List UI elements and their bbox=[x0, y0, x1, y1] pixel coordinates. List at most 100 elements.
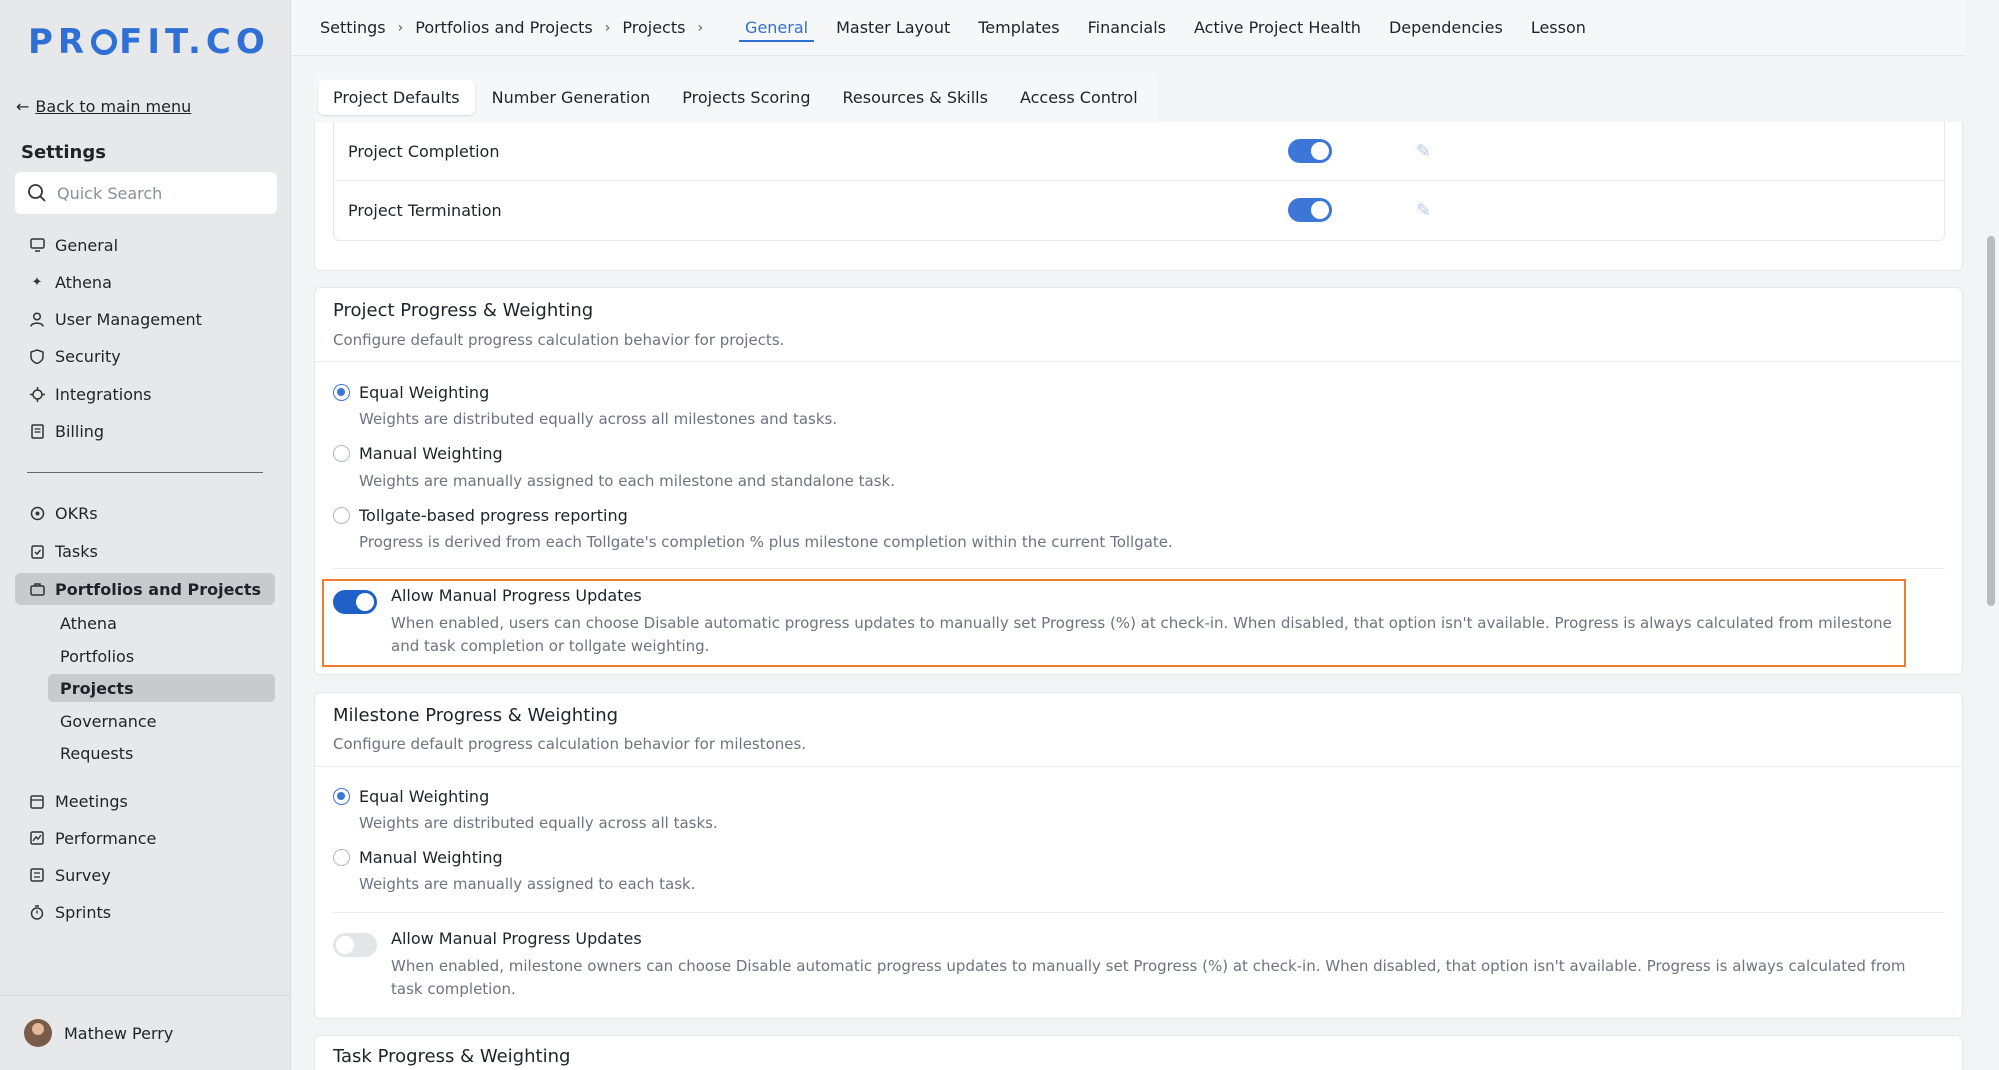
subtab-resources-skills[interactable]: Resources & Skills bbox=[827, 80, 1002, 115]
sparkle-icon: ✦ bbox=[31, 274, 43, 290]
user-profile[interactable]: Mathew Perry bbox=[0, 995, 291, 1070]
chevron-right-icon: › bbox=[397, 19, 404, 36]
target-icon bbox=[29, 505, 45, 521]
chart-line-icon bbox=[29, 830, 45, 846]
sidebar-divider bbox=[27, 472, 263, 473]
sidebar-item-portfolios-and-projects[interactable]: Portfolios and Projects bbox=[15, 573, 275, 605]
calendar-icon bbox=[29, 793, 45, 809]
project-termination-toggle[interactable] bbox=[1288, 198, 1332, 222]
tab-lesson[interactable]: Lesson bbox=[1531, 0, 1586, 56]
radio-button[interactable] bbox=[333, 445, 350, 462]
radio-button[interactable] bbox=[333, 788, 350, 805]
sidebar-item-security[interactable]: Security bbox=[15, 340, 275, 372]
sub-tabs: Project Defaults Number Generation Proje… bbox=[314, 72, 1157, 122]
section-divider bbox=[333, 568, 1945, 569]
milestone-equal-weighting-option[interactable]: Equal Weighting bbox=[333, 787, 489, 806]
highlight-box bbox=[322, 579, 1906, 667]
back-to-main-menu-link[interactable]: ← Back to main menu bbox=[16, 97, 191, 116]
sidebar-subitem-projects[interactable]: Projects bbox=[48, 674, 275, 702]
option-description: Weights are manually assigned to each mi… bbox=[359, 472, 896, 490]
sidebar: PRFIT.CO ← Back to main menu Settings Ge… bbox=[0, 0, 291, 1070]
user-icon bbox=[29, 311, 45, 327]
top-navigation: Settings › Portfolios and Projects › Pro… bbox=[292, 0, 1965, 56]
arrow-left-icon: ← bbox=[16, 97, 30, 116]
quick-search-input[interactable] bbox=[57, 183, 257, 203]
radio-button[interactable] bbox=[333, 849, 350, 866]
monitor-icon bbox=[29, 237, 45, 253]
sidebar-item-performance[interactable]: Performance bbox=[15, 822, 275, 854]
setting-title: Allow Manual Progress Updates bbox=[391, 929, 642, 948]
sidebar-item-survey[interactable]: Survey bbox=[15, 859, 275, 891]
table-row: Project Completion ✎ bbox=[334, 122, 1944, 181]
sidebar-item-billing[interactable]: Billing bbox=[15, 415, 275, 447]
project-completion-toggle[interactable] bbox=[1288, 139, 1332, 163]
status-label: Project Termination bbox=[348, 201, 502, 220]
milestone-manual-updates-setting: Allow Manual Progress Updates When enabl… bbox=[333, 929, 1933, 1009]
project-status-card: Project Completion ✎ Project Termination… bbox=[314, 122, 1963, 271]
pencil-icon[interactable]: ✎ bbox=[1416, 141, 1431, 162]
project-equal-weighting-option[interactable]: Equal Weighting bbox=[333, 383, 489, 402]
breadcrumb-projects[interactable]: Projects bbox=[622, 18, 685, 37]
sidebar-title: Settings bbox=[21, 142, 106, 163]
sidebar-item-okrs[interactable]: OKRs bbox=[15, 497, 275, 529]
option-description: Progress is derived from each Tollgate's… bbox=[359, 533, 1173, 551]
pencil-icon[interactable]: ✎ bbox=[1416, 200, 1431, 221]
chevron-right-icon: › bbox=[604, 19, 611, 36]
breadcrumb-portfolios-and-projects[interactable]: Portfolios and Projects bbox=[415, 18, 593, 37]
sidebar-item-sprints[interactable]: Sprints bbox=[15, 896, 275, 928]
sidebar-item-general[interactable]: General bbox=[15, 229, 275, 261]
section-title: Project Progress & Weighting bbox=[333, 300, 594, 321]
tab-dependencies[interactable]: Dependencies bbox=[1389, 0, 1503, 56]
subtab-access-control[interactable]: Access Control bbox=[1005, 80, 1153, 115]
table-row: Project Termination ✎ bbox=[334, 181, 1944, 240]
sidebar-subitem-athena[interactable]: Athena bbox=[48, 609, 275, 637]
sidebar-item-user-management[interactable]: User Management bbox=[15, 303, 275, 335]
scrollbar-thumb[interactable] bbox=[1987, 236, 1995, 606]
status-label: Project Completion bbox=[348, 141, 500, 161]
sidebar-subitem-portfolios[interactable]: Portfolios bbox=[48, 642, 275, 670]
subtab-project-defaults[interactable]: Project Defaults bbox=[318, 79, 475, 115]
sidebar-item-integrations[interactable]: Integrations bbox=[15, 378, 275, 410]
avatar bbox=[24, 1019, 52, 1047]
user-name: Mathew Perry bbox=[64, 1023, 174, 1043]
sidebar-item-meetings[interactable]: Meetings bbox=[15, 785, 275, 817]
section-description: Configure default progress calculation b… bbox=[333, 735, 807, 753]
project-tollgate-option[interactable]: Tollgate-based progress reporting bbox=[333, 506, 628, 525]
stopwatch-icon bbox=[29, 904, 45, 920]
receipt-icon bbox=[29, 423, 45, 439]
search-icon bbox=[28, 184, 46, 202]
shield-icon bbox=[29, 348, 45, 364]
sidebar-subitem-requests[interactable]: Requests bbox=[48, 739, 275, 767]
tab-general[interactable]: General bbox=[739, 0, 815, 56]
section-description: Configure default progress calculation b… bbox=[333, 331, 785, 349]
section-title: Milestone Progress & Weighting bbox=[333, 705, 619, 726]
clipboard-check-icon bbox=[29, 543, 45, 559]
subtab-projects-scoring[interactable]: Projects Scoring bbox=[667, 80, 825, 115]
milestone-progress-card: Milestone Progress & Weighting Configure… bbox=[314, 692, 1963, 1019]
project-status-table: Project Completion ✎ Project Termination… bbox=[333, 122, 1945, 241]
tab-financials[interactable]: Financials bbox=[1088, 0, 1166, 56]
section-divider bbox=[315, 766, 1962, 767]
radio-button[interactable] bbox=[333, 384, 350, 401]
section-divider bbox=[333, 912, 1945, 913]
milestone-manual-weighting-option[interactable]: Manual Weighting bbox=[333, 848, 503, 867]
quick-search-box[interactable] bbox=[15, 172, 277, 214]
option-description: Weights are manually assigned to each ta… bbox=[359, 875, 696, 893]
subtab-number-generation[interactable]: Number Generation bbox=[477, 80, 666, 115]
breadcrumb-settings[interactable]: Settings bbox=[320, 18, 386, 37]
milestone-manual-updates-toggle[interactable] bbox=[333, 933, 377, 957]
briefcase-icon bbox=[29, 581, 45, 597]
tab-templates[interactable]: Templates bbox=[978, 0, 1059, 56]
tab-master-layout[interactable]: Master Layout bbox=[836, 0, 950, 56]
logo-ring-icon bbox=[91, 29, 118, 55]
sidebar-subitem-governance[interactable]: Governance bbox=[48, 707, 275, 735]
profit-logo[interactable]: PR FIT.CO bbox=[28, 22, 270, 62]
setting-description: When enabled, milestone owners can choos… bbox=[391, 957, 1906, 998]
sidebar-item-tasks[interactable]: Tasks bbox=[15, 535, 275, 567]
radio-button[interactable] bbox=[333, 507, 350, 524]
project-manual-weighting-option[interactable]: Manual Weighting bbox=[333, 444, 503, 463]
tab-active-project-health[interactable]: Active Project Health bbox=[1194, 0, 1361, 56]
section-title: Task Progress & Weighting bbox=[333, 1046, 571, 1067]
sidebar-item-athena[interactable]: ✦ Athena bbox=[15, 266, 275, 298]
task-progress-card: Task Progress & Weighting bbox=[314, 1035, 1963, 1070]
